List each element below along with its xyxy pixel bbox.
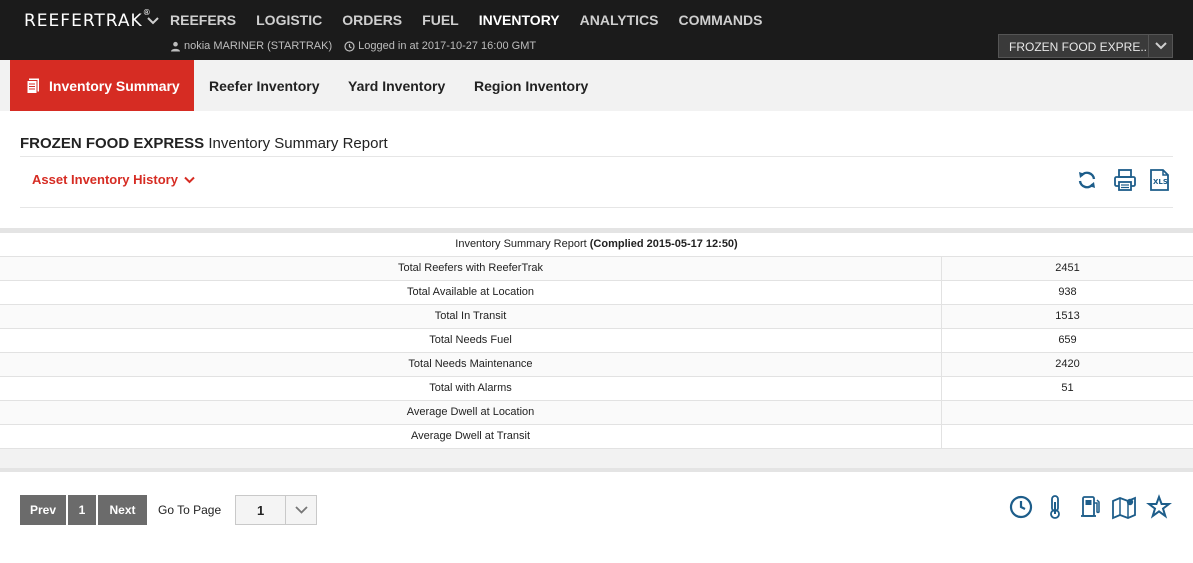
asset-inventory-history-dropdown[interactable]: Asset Inventory History [32,172,195,187]
nav-commands[interactable]: COMMANDS [678,12,762,28]
row-value: 1513 [1055,310,1080,322]
prev-button[interactable]: Prev [20,495,66,525]
caption-text: Inventory Summary Report [455,238,587,250]
nav-orders[interactable]: ORDERS [342,12,402,28]
page-title: FROZEN FOOD EXPRESS Inventory Summary Re… [20,135,388,152]
page-1-button[interactable]: 1 [68,495,96,525]
company-select-toggle[interactable] [1148,35,1172,57]
main-nav: REEFERS LOGISTIC ORDERS FUEL INVENTORY A… [170,12,782,28]
chevron-down-icon [1154,42,1167,50]
go-to-page-label: Go To Page [158,503,222,517]
row-label: Total with Alarms [0,377,942,400]
user-name: nokia MARINER (STARTRAK) [184,40,333,52]
tab-label: Inventory Summary [49,77,180,94]
row-value: 659 [1058,334,1077,346]
divider [20,207,1173,208]
nav-logistic[interactable]: LOGISTIC [256,12,322,28]
table-footer [0,449,1193,470]
tab-yard-inventory[interactable]: Yard Inventory [348,60,445,111]
row-value: 938 [1058,286,1077,298]
history-label: Asset Inventory History [32,172,178,187]
go-to-page-toggle[interactable] [285,496,316,524]
tab-reefer-inventory[interactable]: Reefer Inventory [209,60,319,111]
chevron-down-icon [295,506,308,514]
table-row: Total Needs Fuel 659 [0,329,1193,353]
row-value: 2420 [1055,358,1080,370]
row-value: 2451 [1055,262,1080,274]
report-company: FROZEN FOOD EXPRESS [20,135,205,152]
brand-menu-chevron-icon[interactable] [147,16,159,26]
brand-logo[interactable]: REEFERTRAK® [24,8,152,31]
nav-analytics[interactable]: ANALYTICS [580,12,659,28]
top-bar: REEFERTRAK® REEFERS LOGISTIC ORDERS FUEL… [0,0,1193,60]
document-icon [26,78,39,94]
inventory-summary-table: Inventory Summary Report (Complied 2015-… [0,233,1193,449]
go-to-page-value: 1 [257,503,265,518]
tab-inventory-summary[interactable]: Inventory Summary [10,60,194,111]
table-row: Total with Alarms 51 [0,377,1193,401]
row-label: Average Dwell at Transit [0,425,942,448]
row-label: Total Needs Fuel [0,329,942,352]
company-select-value: FROZEN FOOD EXPRE... [1009,40,1148,54]
user-icon [171,41,180,51]
user-info: nokia MARINER (STARTRAK) Logged in at 20… [170,40,536,52]
row-value [942,425,1193,448]
next-button[interactable]: Next [98,495,147,525]
fuel-icon[interactable] [1077,494,1103,520]
map-icon[interactable] [1111,494,1137,520]
chevron-down-icon [184,176,195,183]
company-select[interactable]: FROZEN FOOD EXPRE... [998,34,1173,58]
row-value: 51 [1061,382,1074,394]
xls-export-icon[interactable]: XLS [1147,168,1171,192]
svg-text:XLS: XLS [1153,178,1168,186]
clock-icon[interactable] [1008,494,1034,520]
table-row: Total In Transit 1513 [0,305,1193,329]
row-label: Average Dwell at Location [0,401,942,424]
table-bottom-border [0,468,1193,472]
table-row: Total Reefers with ReeferTrak 2451 [0,257,1193,281]
row-value [942,401,1193,424]
tab-region-inventory[interactable]: Region Inventory [474,60,588,111]
table-row: Total Needs Maintenance 2420 [0,353,1193,377]
table-row: Average Dwell at Location [0,401,1193,425]
tab-bar: Inventory Summary Reefer Inventory Yard … [0,60,1193,111]
login-time: Logged in at 2017-10-27 16:00 GMT [358,40,537,52]
table-row: Average Dwell at Transit [0,425,1193,449]
table-caption: Inventory Summary Report (Complied 2015-… [0,233,1193,257]
table-row: Total Available at Location 938 [0,281,1193,305]
row-label: Total In Transit [0,305,942,328]
nav-fuel[interactable]: FUEL [422,12,459,28]
thermometer-icon[interactable] [1042,494,1068,520]
print-icon[interactable] [1113,168,1137,192]
divider [20,156,1173,157]
clock-small-icon [344,40,355,52]
row-label: Total Reefers with ReeferTrak [0,257,942,280]
star-icon[interactable] [1146,494,1172,520]
nav-reefers[interactable]: REEFERS [170,12,236,28]
refresh-icon[interactable] [1075,168,1099,192]
caption-compiled: (Complied 2015-05-17 12:50) [589,238,738,250]
go-to-page-select[interactable]: 1 [235,495,318,525]
nav-inventory[interactable]: INVENTORY [479,12,560,28]
report-title: Inventory Summary Report [208,135,388,152]
pagination: Prev 1 Next Go To Page 1 [20,495,318,525]
row-label: Total Available at Location [0,281,942,304]
row-label: Total Needs Maintenance [0,353,942,376]
